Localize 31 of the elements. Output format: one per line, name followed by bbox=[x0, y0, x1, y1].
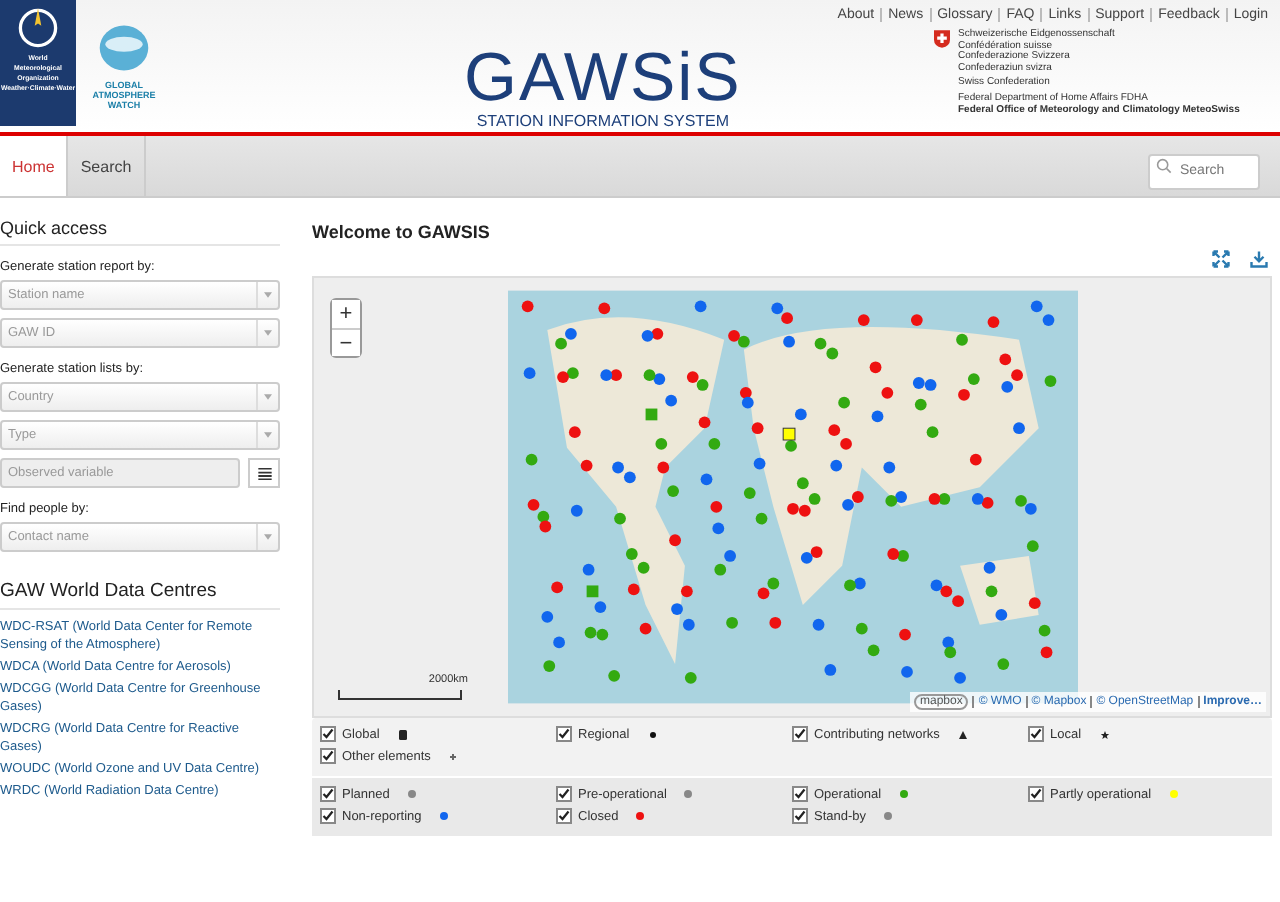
caret-icon bbox=[264, 330, 272, 336]
zoom-out-button[interactable]: − bbox=[332, 328, 360, 356]
checkbox[interactable] bbox=[556, 786, 572, 802]
site-title: GAWSiS bbox=[464, 44, 742, 112]
site-subtitle: STATION INFORMATION SYSTEM bbox=[476, 112, 730, 130]
list-icon bbox=[257, 467, 271, 479]
caret-icon bbox=[264, 394, 272, 400]
checkbox[interactable] bbox=[320, 726, 336, 742]
checkbox[interactable] bbox=[1028, 786, 1044, 802]
checkbox[interactable] bbox=[320, 748, 336, 764]
caret-icon bbox=[264, 432, 272, 438]
nav-tab[interactable]: Search bbox=[68, 136, 146, 196]
checkbox[interactable] bbox=[320, 786, 336, 802]
checkbox[interactable] bbox=[792, 786, 808, 802]
download-icon[interactable] bbox=[1250, 250, 1268, 268]
caret-icon bbox=[264, 292, 272, 298]
section-heading: Quick access bbox=[0, 218, 280, 246]
checkbox[interactable] bbox=[1028, 726, 1044, 742]
checkbox[interactable] bbox=[556, 808, 572, 824]
search-icon bbox=[1156, 158, 1172, 174]
list-button[interactable] bbox=[248, 458, 280, 488]
swiss-shield-icon bbox=[934, 30, 950, 48]
fullscreen-icon[interactable] bbox=[1212, 250, 1230, 268]
nav-tab[interactable]: Home bbox=[0, 136, 69, 196]
section-heading: GAW World Data Centres bbox=[0, 580, 280, 610]
page-title: Welcome to GAWSIS bbox=[312, 222, 492, 242]
checkbox[interactable] bbox=[320, 808, 336, 824]
caret-icon bbox=[264, 534, 272, 540]
checkbox[interactable] bbox=[792, 808, 808, 824]
checkbox[interactable] bbox=[556, 726, 572, 742]
checkbox[interactable] bbox=[792, 726, 808, 742]
